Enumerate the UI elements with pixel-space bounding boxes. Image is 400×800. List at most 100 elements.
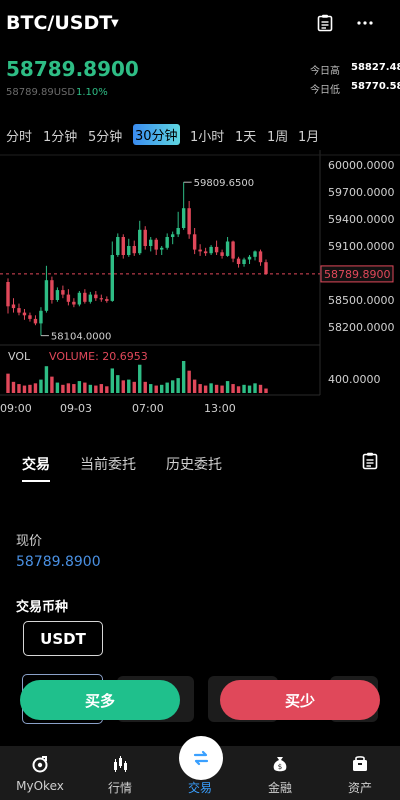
volume-bar <box>127 379 131 393</box>
low-label: 今日低 <box>310 85 340 96</box>
volume-bar <box>61 384 65 393</box>
coin-select-button[interactable]: USDT <box>23 621 103 656</box>
volume-bar <box>44 366 49 393</box>
candles-icon <box>108 752 132 776</box>
nav-item-finance[interactable]: $ 金融 <box>240 746 320 800</box>
nav-label: 交易 <box>187 781 212 795</box>
candle-body <box>214 246 219 253</box>
coin-label: 交易币种 <box>16 600 69 615</box>
volume-bar <box>55 382 60 393</box>
sell-short-button[interactable]: 买少 <box>220 680 380 720</box>
volume-bar <box>247 385 252 393</box>
clipboard-icon[interactable] <box>314 12 336 34</box>
volume-bar <box>138 364 142 393</box>
nav-item-assets[interactable]: 资产 <box>320 746 400 800</box>
volume-bar <box>99 384 104 393</box>
volume-bar <box>253 383 257 393</box>
candle-body <box>138 229 142 254</box>
volume-bar <box>231 384 235 393</box>
candle-body <box>253 251 257 257</box>
change-percent: 1.10% <box>76 87 108 98</box>
nav-item-myokex[interactable]: MyOkex <box>0 746 80 800</box>
x-tick-label: 07:00 <box>132 402 164 415</box>
last-price-usd: 58789.89USD <box>6 87 76 98</box>
volume-bar <box>154 385 158 393</box>
volume-value: VOLUME: 20.6953 <box>49 350 148 363</box>
nav-label: 行情 <box>107 781 132 795</box>
candle-body <box>116 237 120 255</box>
candle-body <box>28 315 32 319</box>
header: BTC/USDT ▼ <box>0 0 400 48</box>
tab-trade[interactable]: 交易 <box>22 454 50 474</box>
volume-bar <box>39 379 43 393</box>
volume-bar <box>170 380 175 393</box>
y-tick-label: 59100.0000 <box>328 240 394 253</box>
interval-tab[interactable]: 1分钟 <box>43 126 77 145</box>
volume-bar <box>181 361 186 393</box>
volume-bar <box>209 383 213 393</box>
interval-tab[interactable]: 分时 <box>6 126 32 145</box>
interval-tab[interactable]: 1小时 <box>190 126 224 145</box>
svg-text:$: $ <box>278 763 282 771</box>
volume-bar <box>132 381 136 393</box>
volume-bar <box>105 386 109 393</box>
tab-underline <box>22 480 50 482</box>
candle-body <box>94 294 98 299</box>
interval-tab[interactable]: 1天 <box>235 126 256 145</box>
candle-body <box>105 299 109 301</box>
volume-bar <box>77 381 82 393</box>
volume-bar <box>220 385 224 393</box>
volume-bar <box>17 384 21 393</box>
interval-tab[interactable]: 1周 <box>267 126 288 145</box>
candle-body <box>165 237 169 248</box>
volume-tick-label: 400.0000 <box>328 373 381 386</box>
order-list-icon[interactable] <box>362 452 378 474</box>
y-tick-label: 58500.0000 <box>328 294 394 307</box>
candle-body <box>11 304 16 309</box>
candle-body <box>83 292 87 302</box>
volume-bar <box>28 384 32 393</box>
candle-body <box>127 246 131 255</box>
buy-long-button[interactable]: 买多 <box>20 680 180 720</box>
last-price: 58789.8900 <box>6 57 139 81</box>
current-price-label: 现价 <box>16 534 43 549</box>
volume-bar <box>203 385 208 393</box>
candle-body <box>231 241 235 259</box>
candle-body <box>39 310 43 324</box>
candle-body <box>143 229 147 246</box>
current-price-label: 58789.8900 <box>324 268 390 281</box>
nav-label: 资产 <box>347 781 372 795</box>
interval-tab[interactable]: 1月 <box>298 126 319 145</box>
more-icon[interactable] <box>354 12 376 34</box>
volume-bar <box>33 383 38 393</box>
volume-bar <box>236 386 241 393</box>
interval-tab-active[interactable]: 30分钟 <box>133 124 180 145</box>
volume-bar <box>176 378 180 393</box>
tab-open-orders[interactable]: 当前委托 <box>80 454 136 474</box>
interval-tab[interactable]: 5分钟 <box>88 126 122 145</box>
candle-body <box>22 312 27 316</box>
candle-body <box>192 234 197 250</box>
x-tick-label: 09:00 <box>0 402 32 415</box>
volume-bar <box>116 375 120 393</box>
candle-body <box>44 280 49 311</box>
candle-body <box>187 208 191 235</box>
volume-bar <box>22 385 27 393</box>
nav-item-market[interactable]: 行情 <box>80 746 160 800</box>
pair-title[interactable]: BTC/USDT <box>6 12 112 34</box>
y-tick-label: 59400.0000 <box>328 213 394 226</box>
candlestick-chart[interactable]: 60000.0000 59700.0000 59400.0000 59100.0000… <box>0 150 400 420</box>
money-bag-icon: $ <box>268 752 292 776</box>
volume-bar <box>149 384 153 393</box>
volume-bar <box>165 382 169 393</box>
caret-down-icon[interactable]: ▼ <box>111 18 119 29</box>
candle-body <box>77 292 82 305</box>
low-value: 58770.58 <box>351 81 400 92</box>
candle-body <box>72 301 76 305</box>
candle-body <box>198 249 202 252</box>
order-tabs: 交易 当前委托 历史委托 <box>0 448 400 488</box>
trade-swap-icon[interactable] <box>179 736 223 780</box>
candle-body <box>33 318 38 324</box>
volume-label: VOL <box>8 350 31 363</box>
tab-order-history[interactable]: 历史委托 <box>166 454 222 474</box>
